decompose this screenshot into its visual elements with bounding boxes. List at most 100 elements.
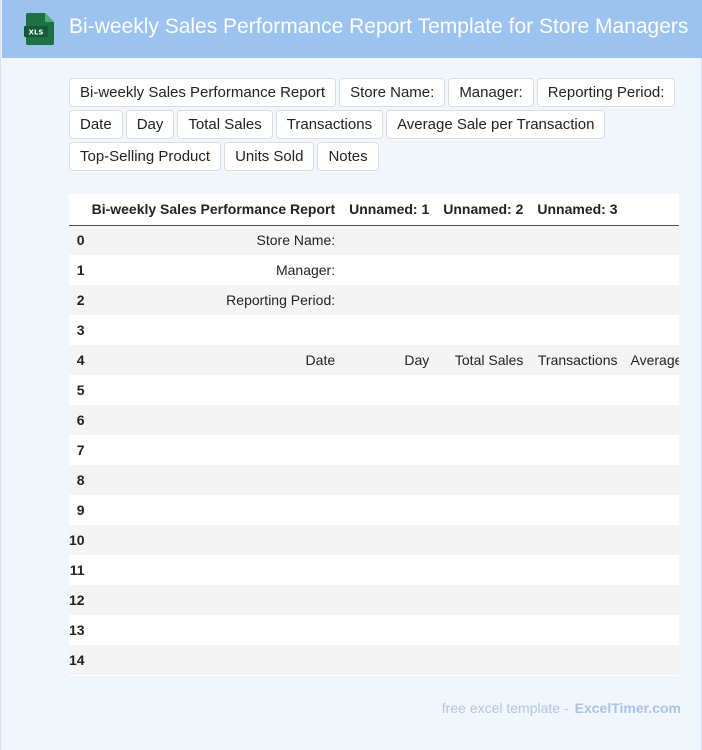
column-chip[interactable]: Transactions xyxy=(275,110,384,139)
column-header: Unnamed: 2 xyxy=(436,194,531,226)
table-cell: Store Name: xyxy=(256,232,336,249)
footer-brand-link[interactable]: ExcelTimer.com xyxy=(575,700,681,716)
table-cell xyxy=(342,375,436,405)
table-cell xyxy=(85,645,343,675)
table-cell: Reporting Period: xyxy=(226,292,336,308)
table-cell xyxy=(530,465,624,495)
table-row: 13 xyxy=(69,615,679,645)
table-cell xyxy=(342,315,436,345)
column-chip[interactable]: Total Sales xyxy=(177,110,273,139)
row-index: 6 xyxy=(69,405,85,435)
table-cell xyxy=(436,375,530,405)
table-cell xyxy=(530,225,624,255)
row-index-label: 1 xyxy=(76,262,85,278)
table-cell xyxy=(436,495,530,525)
row-index: 0 xyxy=(69,225,85,255)
table-cell: Transactions xyxy=(537,352,618,368)
table-cell xyxy=(436,525,530,555)
table-cell xyxy=(342,525,436,555)
row-index-label: 11 xyxy=(69,562,85,578)
table-cell xyxy=(85,405,343,435)
table-cell xyxy=(625,615,680,645)
table-cell xyxy=(342,645,436,675)
table-cell xyxy=(342,285,436,315)
table-row: 14 xyxy=(69,645,679,675)
column-header: Bi-weekly Sales Performance Report xyxy=(84,194,343,226)
table-cell xyxy=(530,495,624,525)
row-index: 8 xyxy=(69,465,85,495)
table-cell xyxy=(530,405,624,435)
header-bar: XLS Bi-weekly Sales Performance Report T… xyxy=(2,0,702,58)
table-cell xyxy=(436,315,530,345)
table-cell xyxy=(625,255,680,285)
table-row: 3 xyxy=(69,315,679,345)
table-cell xyxy=(625,315,680,345)
row-index: 10 xyxy=(69,525,85,555)
column-chip[interactable]: Average Sale per Transaction xyxy=(386,110,606,139)
table-cell xyxy=(342,555,436,585)
row-index-label: 8 xyxy=(76,472,85,488)
column-chip[interactable]: Bi-weekly Sales Performance Report xyxy=(69,78,337,107)
row-index: 11 xyxy=(69,555,85,585)
table-cell xyxy=(530,285,624,315)
column-chip[interactable]: Manager: xyxy=(448,78,534,107)
table-cell xyxy=(342,435,436,465)
row-index-label: 4 xyxy=(76,352,85,368)
table-cell xyxy=(625,525,680,555)
page-frame: XLS Bi-weekly Sales Performance Report T… xyxy=(0,0,702,750)
row-index: 12 xyxy=(69,585,85,615)
table-cell xyxy=(530,435,624,465)
column-header: Unnamed: 3 xyxy=(530,194,625,226)
column-chip[interactable]: Date xyxy=(69,110,123,139)
table-row: 4 Date Day Total Sales Transactions Average xyxy=(69,345,679,375)
column-chip-list: Bi-weekly Sales Performance Report Store … xyxy=(69,78,679,174)
table-cell xyxy=(625,645,680,675)
row-index: 5 xyxy=(69,375,85,405)
table-cell: Average xyxy=(630,352,680,368)
column-header: Unnamed: 1 xyxy=(342,194,437,226)
row-index: 14 xyxy=(69,645,85,675)
column-chip[interactable]: Units Sold xyxy=(224,142,315,171)
table-cell xyxy=(342,465,436,495)
row-index-label: 9 xyxy=(76,502,85,518)
table-header-row: Bi-weekly Sales Performance Report Unnam… xyxy=(69,194,679,226)
row-index-label: 14 xyxy=(69,652,85,668)
row-index-label: 13 xyxy=(69,622,85,638)
xls-file-icon: XLS xyxy=(24,13,54,45)
data-table: Bi-weekly Sales Performance Report Unnam… xyxy=(69,194,679,675)
footer-text: free excel template - xyxy=(441,700,569,716)
table-cell xyxy=(625,585,680,615)
row-index: 7 xyxy=(69,435,85,465)
row-index-label: 5 xyxy=(76,382,85,398)
footer-credit: free excel template - ExcelTimer.com xyxy=(1,700,681,716)
table-cell xyxy=(85,615,343,645)
table-cell xyxy=(85,555,343,585)
row-index-label: 12 xyxy=(69,592,85,608)
row-index-label: 2 xyxy=(76,292,85,308)
table-cell: Date xyxy=(305,352,336,368)
column-chip[interactable]: Day xyxy=(125,110,175,139)
column-chip[interactable]: Reporting Period: xyxy=(536,78,676,107)
table-row: 0 Store Name: xyxy=(69,225,679,255)
table-cell xyxy=(436,405,530,435)
table-cell xyxy=(436,555,530,585)
table-cell xyxy=(625,375,680,405)
data-table-container[interactable]: Bi-weekly Sales Performance Report Unnam… xyxy=(69,194,679,676)
column-chip[interactable]: Notes xyxy=(317,142,379,171)
table-cell xyxy=(85,375,343,405)
table-cell xyxy=(625,405,680,435)
column-chip[interactable]: Store Name: xyxy=(339,78,446,107)
table-cell xyxy=(342,405,436,435)
table-cell xyxy=(436,465,530,495)
column-chip[interactable]: Top-Selling Product xyxy=(69,142,222,171)
table-cell xyxy=(530,375,624,405)
table-cell xyxy=(85,315,343,345)
row-index-label: 6 xyxy=(76,412,85,428)
row-index-label: 3 xyxy=(76,322,85,338)
row-index-label: 10 xyxy=(69,532,85,548)
table-cell xyxy=(530,585,624,615)
table-row: 9 xyxy=(69,495,679,525)
table-cell xyxy=(436,285,530,315)
table-cell xyxy=(530,645,624,675)
table-cell xyxy=(342,615,436,645)
